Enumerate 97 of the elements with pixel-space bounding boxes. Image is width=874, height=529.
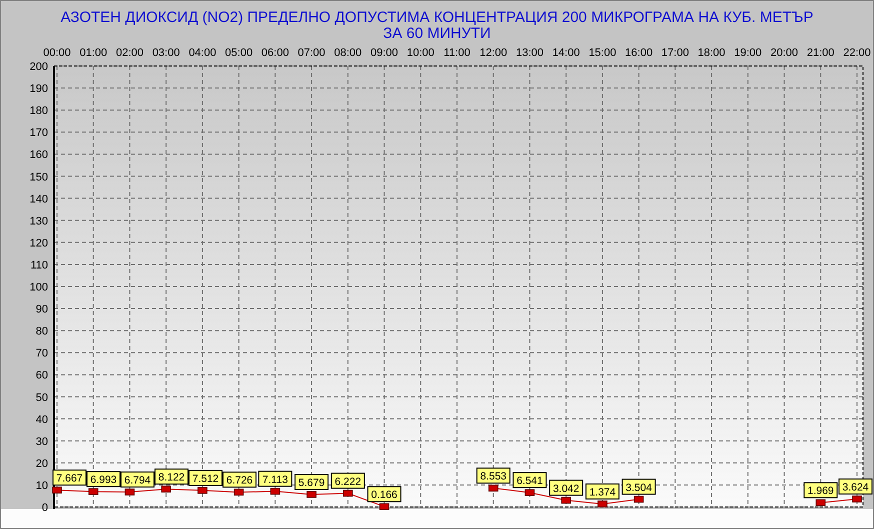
data-label: 6.726 [222,472,256,488]
x-tick-label: 02:00 [116,47,144,59]
data-point [561,496,571,504]
y-tick-label: 200 [30,61,48,73]
data-label: 0.166 [371,489,398,502]
x-tick-label: 18:00 [698,47,726,59]
y-tick-label: 10 [36,480,48,492]
x-tick-label: 14:00 [552,47,580,59]
data-point [488,484,498,492]
x-tick-label: 12:00 [480,47,508,59]
data-label: 7.667 [52,470,86,486]
data-point [198,487,208,494]
x-tick-label: 05:00 [225,47,253,59]
data-point [598,500,608,508]
y-tick-label: 130 [30,215,48,228]
data-label: 8.122 [158,472,185,484]
x-tick-label: 03:00 [152,47,180,59]
y-tick-label: 30 [36,436,48,448]
chart-title: АЗОТЕН ДИОКСИД (NO2) ПРЕДЕЛНО ДОПУСТИМА КОНЦЕНТРАЦИЯ 200 МИКРОГРАМА НА КУБ. МЕТЪР [60,9,814,26]
x-tick-label: 00:00 [43,47,71,59]
data-label: 1.969 [804,482,838,498]
x-tick-label: 19:00 [734,47,762,59]
data-point [124,488,135,496]
data-label: 1.374 [589,486,616,498]
y-tick-label: 110 [30,259,48,272]
x-tick-label: 13:00 [516,47,544,59]
data-label: 8.122 [154,468,188,485]
data-label: 7.512 [192,472,219,485]
data-point [524,489,535,496]
y-tick-label: 60 [36,370,48,382]
x-tick-label: 01:00 [80,47,108,59]
x-tick-label: 04:00 [188,47,216,59]
data-label: 3.042 [549,480,584,496]
data-label: 1.374 [585,483,620,500]
data-point [852,496,862,502]
data-label: 3.624 [842,482,869,494]
y-tick-label: 190 [30,83,48,96]
data-point [379,503,390,510]
x-tick-label: 17:00 [661,47,689,59]
chart-title: ЗА 60 МИНУТИ [383,25,491,42]
y-tick-label: 180 [30,105,48,118]
data-label: 8.553 [480,470,507,483]
data-label: 8.553 [476,468,510,484]
data-label: 3.504 [622,478,656,495]
data-label: 3.042 [552,482,580,495]
y-tick-label: 70 [36,348,48,360]
data-label: 6.222 [334,476,362,488]
data-label: 7.113 [258,470,292,487]
x-tick-label: 15:00 [588,47,616,59]
data-point [88,488,98,495]
data-label: 6.993 [90,474,117,486]
x-tick-label: 22:00 [843,47,871,59]
x-tick-label: 20:00 [770,47,798,59]
data-label: 1.969 [807,485,834,498]
data-label: 6.726 [226,474,253,487]
data-label: 6.222 [330,472,365,489]
data-label: 3.504 [626,482,652,494]
data-label: 7.667 [56,472,83,485]
y-tick-label: 120 [30,237,48,250]
x-tick-label: 08:00 [334,47,362,59]
x-tick-label: 09:00 [370,47,398,59]
data-label: 7.512 [188,470,222,486]
data-label: 5.679 [298,476,325,489]
y-tick-label: 150 [30,171,48,184]
data-point [816,499,826,506]
data-point [161,486,171,492]
data-point [343,490,353,497]
y-tick-label: 90 [36,304,48,316]
x-tick-label: 06:00 [261,47,289,59]
data-point [270,488,280,495]
y-tick-label: 140 [30,193,48,206]
data-label: 6.541 [516,475,544,488]
y-tick-label: 0 [42,502,48,514]
data-label: 6.993 [86,471,120,488]
data-point [52,486,62,494]
y-tick-label: 20 [36,458,48,470]
y-tick-label: 160 [30,149,48,162]
data-label: 5.679 [294,474,329,490]
x-tick-label: 07:00 [298,47,326,59]
y-tick-label: 50 [36,392,48,404]
data-point [234,488,244,496]
y-tick-label: 80 [36,326,48,338]
x-tick-label: 10:00 [406,47,434,59]
data-point [634,496,644,503]
data-label: 6.794 [120,472,154,488]
x-tick-label: 11:00 [444,47,470,59]
data-label: 6.541 [512,472,547,488]
data-label: 3.624 [838,478,872,494]
x-tick-label: 21:00 [806,47,834,59]
x-tick-label: 16:00 [625,47,653,59]
y-tick-label: 170 [30,127,48,140]
y-tick-label: 100 [30,282,48,294]
data-label: 7.113 [262,474,288,486]
data-label: 6.794 [124,474,151,487]
data-point [306,491,316,498]
data-label: 0.166 [367,486,402,502]
y-tick-label: 40 [36,414,48,426]
